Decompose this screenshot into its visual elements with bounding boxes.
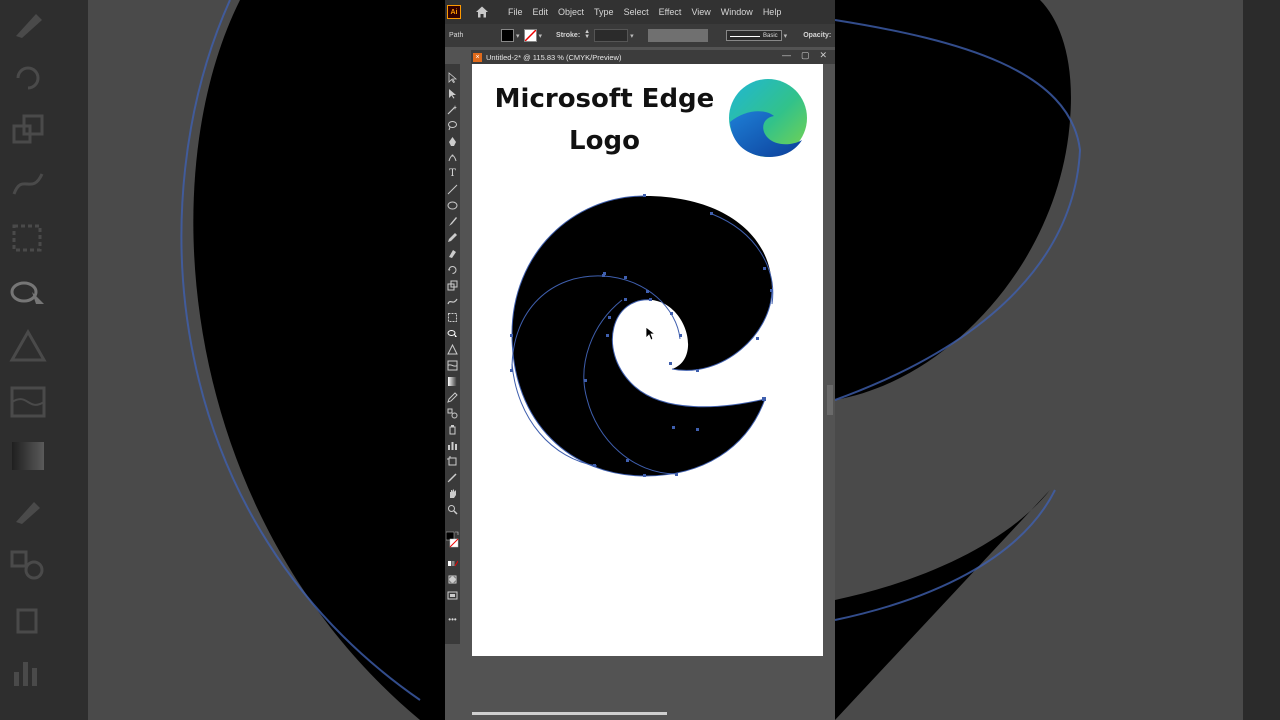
stroke-weight-field[interactable] bbox=[594, 29, 629, 42]
menu-help[interactable]: Help bbox=[758, 7, 787, 17]
brush-label: Basic bbox=[763, 32, 778, 39]
more-tools-icon[interactable]: ••• bbox=[447, 614, 458, 625]
curvature-icon[interactable] bbox=[447, 152, 458, 163]
type-icon[interactable]: T bbox=[447, 168, 458, 179]
hand-icon[interactable] bbox=[447, 488, 458, 499]
minimize-icon[interactable]: — bbox=[782, 50, 791, 61]
maximize-icon[interactable]: ▢ bbox=[801, 50, 810, 61]
selection-type-label: Path bbox=[449, 32, 464, 39]
screen-mode-icon[interactable] bbox=[447, 590, 458, 601]
home-icon[interactable] bbox=[475, 5, 489, 19]
control-bar: Path ▾ ▾ Stroke: ▲ ▼ ▾ Basic ▾ Opacity: bbox=[445, 24, 835, 47]
window-close-icon[interactable]: ✕ bbox=[819, 50, 827, 61]
edge-shape-construction bbox=[510, 194, 774, 477]
free-transform-icon[interactable] bbox=[447, 312, 458, 323]
menu-effect[interactable]: Effect bbox=[654, 7, 687, 17]
pencil-icon[interactable] bbox=[447, 232, 458, 243]
doc-close-icon[interactable]: × bbox=[473, 52, 482, 62]
scale-icon[interactable] bbox=[447, 280, 458, 291]
stroke-spinner-icon[interactable]: ▲ ▼ bbox=[584, 29, 590, 41]
blurred-eyedropper-2-icon bbox=[16, 502, 40, 524]
menu-view[interactable]: View bbox=[686, 7, 715, 17]
variable-width-field[interactable] bbox=[647, 29, 708, 42]
fill-dropdown-icon[interactable]: ▾ bbox=[516, 32, 520, 40]
blurred-free-transform-icon bbox=[12, 224, 42, 252]
blurred-warp-icon bbox=[12, 173, 44, 195]
blurred-eyedropper-icon bbox=[16, 14, 42, 38]
menu-bar: Ai File Edit Object Type Select Effect V… bbox=[445, 0, 835, 24]
selection-tool-icon[interactable] bbox=[447, 72, 458, 83]
mesh-icon[interactable] bbox=[447, 360, 458, 371]
edge-black-shape[interactable] bbox=[512, 196, 772, 476]
document-title: Untitled-2* @ 115.83 % (CMYK/Preview) bbox=[486, 52, 622, 62]
blurred-shape-builder-icon bbox=[10, 281, 44, 304]
eyedropper-icon[interactable] bbox=[447, 392, 458, 403]
blurred-right-panel bbox=[1243, 0, 1280, 720]
blurred-scale-icon bbox=[12, 114, 44, 144]
ellipse-icon[interactable] bbox=[447, 200, 458, 211]
menu-edit[interactable]: Edit bbox=[528, 7, 554, 17]
menu-file[interactable]: File bbox=[503, 7, 528, 17]
shape-builder-icon[interactable] bbox=[447, 328, 458, 339]
symbol-sprayer-icon[interactable] bbox=[447, 424, 458, 435]
brush-dropdown-icon[interactable]: ▾ bbox=[784, 32, 788, 40]
menu-type[interactable]: Type bbox=[589, 7, 619, 17]
blend-icon[interactable] bbox=[447, 408, 458, 419]
artboard[interactable]: Microsoft Edge Logo bbox=[472, 64, 823, 656]
stroke-weight-dropdown-icon[interactable]: ▾ bbox=[630, 32, 634, 40]
stroke-swatch[interactable] bbox=[523, 29, 537, 42]
illustrator-window: Ai File Edit Object Type Select Effect V… bbox=[445, 0, 835, 720]
blurred-rotate-icon bbox=[16, 66, 40, 90]
menu-object[interactable]: Object bbox=[553, 7, 589, 17]
brush-definition-field[interactable]: Basic bbox=[725, 30, 782, 41]
rotate-icon[interactable] bbox=[447, 264, 458, 275]
blurred-blend-icon bbox=[10, 550, 44, 580]
eraser-icon[interactable] bbox=[447, 248, 458, 259]
menu-select[interactable]: Select bbox=[619, 7, 654, 17]
stroke-label: Stroke: bbox=[556, 32, 581, 39]
blurred-symbol-sprayer-icon bbox=[16, 608, 38, 634]
lasso-icon[interactable] bbox=[447, 120, 458, 131]
gradient-icon[interactable] bbox=[447, 376, 458, 387]
perspective-icon[interactable] bbox=[447, 344, 458, 355]
blurred-graph-icon bbox=[14, 662, 37, 686]
artboard-icon[interactable] bbox=[447, 456, 458, 467]
pen-icon[interactable] bbox=[447, 136, 458, 147]
graph-icon[interactable] bbox=[447, 440, 458, 451]
draw-mode-icon[interactable] bbox=[447, 574, 458, 585]
app-logo: Ai bbox=[447, 5, 461, 19]
blurred-gradient-icon bbox=[12, 442, 44, 470]
fill-stroke-swatches[interactable] bbox=[446, 530, 459, 552]
tools-panel: T ••• bbox=[445, 64, 460, 644]
stroke-dropdown-icon[interactable]: ▾ bbox=[539, 32, 543, 40]
brush-line-preview bbox=[729, 36, 760, 37]
opacity-label: Opacity: bbox=[803, 32, 832, 39]
color-mode-icon[interactable] bbox=[447, 558, 458, 569]
blurred-toolbar bbox=[0, 0, 88, 720]
menu-items: File Edit Object Type Select Effect View… bbox=[503, 7, 786, 17]
brush-icon[interactable] bbox=[447, 216, 458, 227]
window-controls: — ▢ ✕ bbox=[782, 50, 827, 61]
line-icon[interactable] bbox=[447, 184, 458, 195]
zoom-icon[interactable] bbox=[447, 504, 458, 515]
blurred-mesh-icon bbox=[10, 386, 46, 418]
menu-window[interactable]: Window bbox=[716, 7, 758, 17]
vertical-scrollbar-thumb[interactable] bbox=[827, 385, 833, 415]
fill-swatch[interactable] bbox=[501, 29, 514, 42]
slice-icon[interactable] bbox=[447, 472, 458, 483]
direct-selection-tool-icon[interactable] bbox=[447, 88, 458, 99]
mouse-cursor-icon bbox=[645, 326, 657, 341]
magic-wand-icon[interactable] bbox=[447, 104, 458, 115]
horizontal-scrollbar-thumb[interactable] bbox=[472, 712, 667, 715]
blurred-perspective-icon bbox=[9, 328, 47, 362]
document-tab[interactable]: × Untitled-2* @ 115.83 % (CMYK/Preview) … bbox=[471, 50, 835, 64]
warp-icon[interactable] bbox=[447, 296, 458, 307]
